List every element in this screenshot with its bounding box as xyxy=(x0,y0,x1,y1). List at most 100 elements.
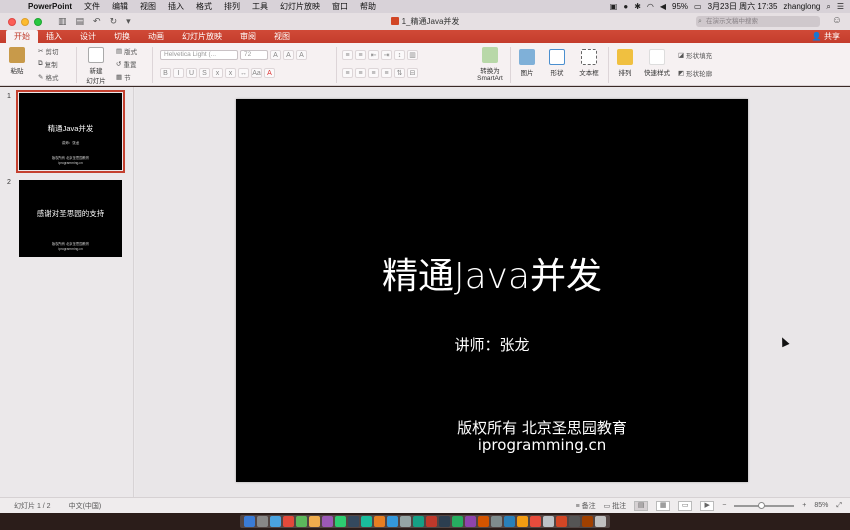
app-icon[interactable] xyxy=(387,516,398,527)
app-icon[interactable] xyxy=(543,516,554,527)
app-icon[interactable] xyxy=(504,516,515,527)
screen-icon[interactable]: ▣ xyxy=(610,2,618,11)
slide-title[interactable]: 精通Java并发 xyxy=(236,247,748,299)
app-icon[interactable] xyxy=(374,516,385,527)
shape-fill-button[interactable]: ◪ 形状填充 xyxy=(678,49,712,60)
app-icon[interactable] xyxy=(400,516,411,527)
tab-view[interactable]: 视图 xyxy=(266,30,300,43)
minimize-window-button[interactable] xyxy=(21,17,29,26)
convert-smartart-button[interactable]: 转换为 SmartArt xyxy=(474,47,506,82)
justify-button[interactable]: ≡ xyxy=(381,67,392,78)
slide-thumbnail-pane[interactable]: 1 精通Java并发 讲师：张龙 版权所有 北京圣思园教育 iprogrammi… xyxy=(0,87,134,497)
picture-button[interactable]: 图片 xyxy=(516,49,538,77)
wifi-icon[interactable]: ◠ xyxy=(647,2,654,11)
numbering-button[interactable]: ≡ xyxy=(355,49,366,60)
menubar-user[interactable]: zhanglong xyxy=(783,2,820,11)
feedback-smiley-icon[interactable]: ☺ xyxy=(832,15,842,26)
font-name-select[interactable]: Helvetica Light (... xyxy=(160,49,238,60)
menu-view[interactable]: 视图 xyxy=(134,1,162,12)
zoom-in-button[interactable]: + xyxy=(802,502,806,509)
language-indicator[interactable]: 中文(中国) xyxy=(69,501,102,511)
finder-icon[interactable] xyxy=(244,516,255,527)
columns-button[interactable]: ▥ xyxy=(407,49,418,60)
app-icon[interactable] xyxy=(296,516,307,527)
battery-percent[interactable]: 95% xyxy=(672,2,688,11)
subscript-button[interactable]: x xyxy=(225,67,236,78)
arrange-button[interactable]: 排列 xyxy=(614,49,636,77)
change-case-button[interactable]: Aa xyxy=(251,67,262,78)
section-button[interactable]: ▦ 节 xyxy=(116,71,131,82)
quick-styles-button[interactable]: 快速样式 xyxy=(642,49,672,77)
textbox-button[interactable]: 文本框 xyxy=(576,49,602,77)
app-icon[interactable] xyxy=(439,516,450,527)
app-icon[interactable] xyxy=(361,516,372,527)
slide-panel-icon[interactable]: ▥ xyxy=(58,16,67,27)
menu-file[interactable]: 文件 xyxy=(78,1,106,12)
menu-app-name[interactable]: PowerPoint xyxy=(22,2,78,11)
undo-icon[interactable]: ↶ xyxy=(93,16,101,27)
bold-button[interactable]: B xyxy=(160,67,171,78)
cut-button[interactable]: ✂ 剪切 xyxy=(38,45,58,56)
launchpad-icon[interactable] xyxy=(257,516,268,527)
font-size-select[interactable]: 72 xyxy=(240,49,268,60)
increase-indent-button[interactable]: ⇥ xyxy=(381,49,392,60)
tab-insert[interactable]: 插入 xyxy=(38,30,72,43)
underline-button[interactable]: U xyxy=(186,67,197,78)
font-color-button[interactable]: A xyxy=(264,67,275,78)
superscript-button[interactable]: x xyxy=(212,67,223,78)
menu-insert[interactable]: 插入 xyxy=(162,1,190,12)
zoom-out-button[interactable]: − xyxy=(722,502,726,509)
decrease-indent-button[interactable]: ⇤ xyxy=(368,49,379,60)
fullscreen-window-button[interactable] xyxy=(34,17,42,26)
slide-editing-canvas[interactable]: 精通Java并发 讲师：张龙 版权所有 北京圣思园教育 iprogramming… xyxy=(135,87,850,497)
battery-icon[interactable]: ▭ xyxy=(694,2,702,11)
shrink-font-button[interactable]: A xyxy=(283,49,294,60)
menu-format[interactable]: 格式 xyxy=(190,1,218,12)
new-slide-button[interactable]: 新建 幻灯片 xyxy=(84,47,108,85)
zoom-level[interactable]: 85% xyxy=(814,502,828,509)
tab-home[interactable]: 开始 xyxy=(6,30,38,43)
menu-tools[interactable]: 工具 xyxy=(246,1,274,12)
app-icon[interactable] xyxy=(283,516,294,527)
app-icon[interactable] xyxy=(491,516,502,527)
cloud-icon[interactable]: ● xyxy=(623,2,628,11)
comments-button[interactable]: ▭ 批注 xyxy=(604,501,627,511)
menu-help[interactable]: 帮助 xyxy=(354,1,382,12)
text-direction-button[interactable]: ⇅ xyxy=(394,67,405,78)
app-icon[interactable] xyxy=(413,516,424,527)
paste-button[interactable]: 粘贴 xyxy=(6,47,28,75)
spotlight-icon[interactable]: ⌕ xyxy=(826,2,830,12)
bullets-button[interactable]: ≡ xyxy=(342,49,353,60)
slide-subtitle[interactable]: 讲师：张龙 xyxy=(236,334,748,355)
clear-format-button[interactable]: A xyxy=(296,49,307,60)
close-window-button[interactable] xyxy=(8,17,16,26)
trash-icon[interactable] xyxy=(595,516,606,527)
redo-icon[interactable]: ↻ xyxy=(110,16,118,27)
zoom-slider-knob[interactable] xyxy=(758,501,766,509)
align-left-button[interactable]: ≡ xyxy=(342,67,353,78)
char-spacing-button[interactable]: ↔ xyxy=(238,67,249,78)
search-input[interactable]: ⌕ 在演示文稿中搜索 xyxy=(696,16,820,27)
zoom-slider[interactable] xyxy=(734,501,795,509)
menu-window[interactable]: 窗口 xyxy=(326,1,354,12)
app-icon[interactable] xyxy=(309,516,320,527)
strikethrough-button[interactable]: S xyxy=(199,67,210,78)
align-text-button[interactable]: ⊟ xyxy=(407,67,418,78)
powerpoint-icon[interactable] xyxy=(556,516,567,527)
bluetooth-icon[interactable]: ✱ xyxy=(634,2,641,11)
tab-animations[interactable]: 动画 xyxy=(140,30,174,43)
format-painter-button[interactable]: ✎ 格式 xyxy=(38,71,58,82)
volume-icon[interactable]: ◀ xyxy=(660,2,666,11)
slide-footer-line-1[interactable]: 版权所有 北京圣思园教育 xyxy=(236,417,748,438)
slide-thumbnail-1[interactable]: 精通Java并发 讲师：张龙 版权所有 北京圣思园教育 iprogramming… xyxy=(16,90,125,173)
share-button[interactable]: 👤 共享 xyxy=(812,31,850,42)
menu-arrange[interactable]: 排列 xyxy=(218,1,246,12)
slide-thumbnail-2[interactable]: 感谢对圣思园的支持 版权所有 北京圣思园教育 iprogramming.cn xyxy=(19,180,122,257)
tab-design[interactable]: 设计 xyxy=(72,30,106,43)
align-center-button[interactable]: ≡ xyxy=(355,67,366,78)
shape-button[interactable]: 形状 xyxy=(546,49,568,77)
app-icon[interactable] xyxy=(335,516,346,527)
app-icon[interactable] xyxy=(452,516,463,527)
app-icon[interactable] xyxy=(465,516,476,527)
menu-edit[interactable]: 编辑 xyxy=(106,1,134,12)
